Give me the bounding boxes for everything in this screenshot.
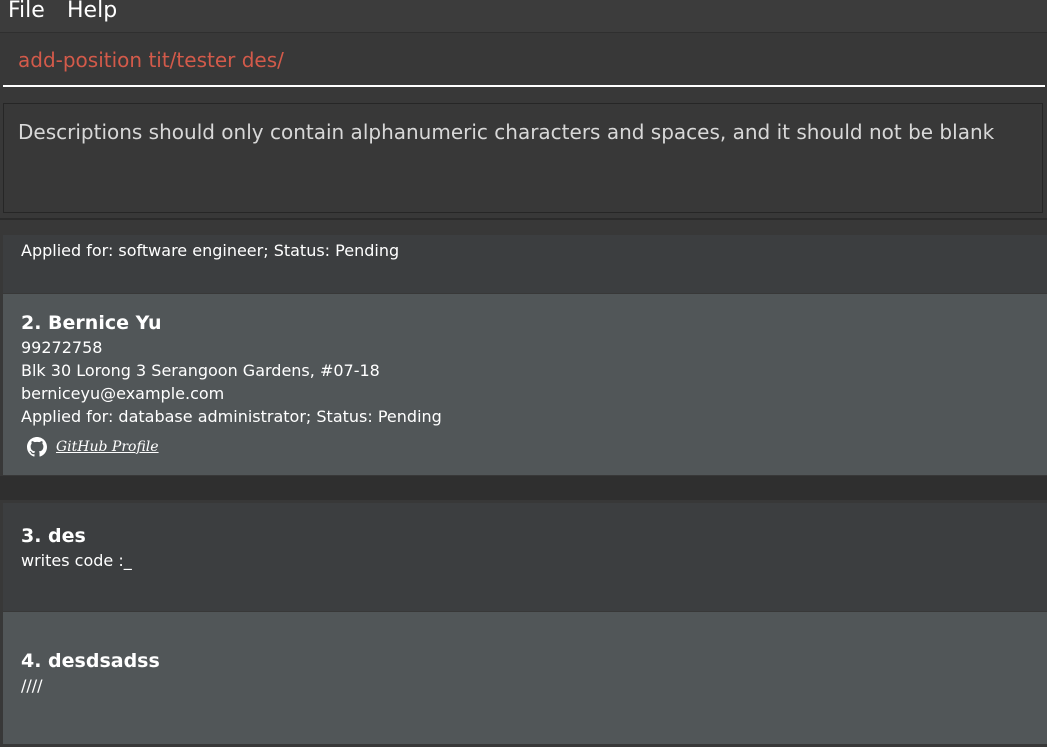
result-message: Descriptions should only contain alphanu… xyxy=(3,103,1043,213)
position-card[interactable]: 4. desdsadss //// xyxy=(3,612,1047,744)
list-divider xyxy=(0,218,1047,220)
person-applied-line: Applied for: software engineer; Status: … xyxy=(21,241,400,260)
position-card[interactable]: 3. des writes code :_ xyxy=(3,503,1047,611)
menu-help[interactable]: Help xyxy=(67,0,117,27)
position-description: writes code :_ xyxy=(21,551,132,570)
github-profile-row: GitHub Profile xyxy=(27,435,159,459)
list-panel: Applied for: software engineer; Status: … xyxy=(0,218,1047,747)
person-address: Blk 30 Lorong 3 Serangoon Gardens, #07-1… xyxy=(21,361,380,380)
app-window: File Help Descriptions should only conta… xyxy=(0,0,1047,747)
person-card[interactable]: 2. Bernice Yu 99272758 Blk 30 Lorong 3 S… xyxy=(3,294,1047,475)
person-phone: 99272758 xyxy=(21,338,103,357)
list-separator xyxy=(0,476,1047,500)
result-display: Descriptions should only contain alphanu… xyxy=(0,98,1047,220)
person-applied-line: Applied for: database administrator; Sta… xyxy=(21,407,442,426)
person-name: 2. Bernice Yu xyxy=(21,312,162,334)
person-email: berniceyu@example.com xyxy=(21,384,225,403)
position-description: //// xyxy=(21,676,43,695)
position-title: 4. desdsadss xyxy=(21,650,160,672)
person-card-partial[interactable]: Applied for: software engineer; Status: … xyxy=(3,235,1047,293)
menu-bar: File Help xyxy=(0,0,1047,33)
position-title: 3. des xyxy=(21,525,86,547)
github-profile-link[interactable]: GitHub Profile xyxy=(56,439,159,455)
command-box xyxy=(0,33,1047,93)
menu-file[interactable]: File xyxy=(8,0,45,27)
command-input[interactable] xyxy=(3,35,1045,87)
github-icon xyxy=(27,437,47,457)
